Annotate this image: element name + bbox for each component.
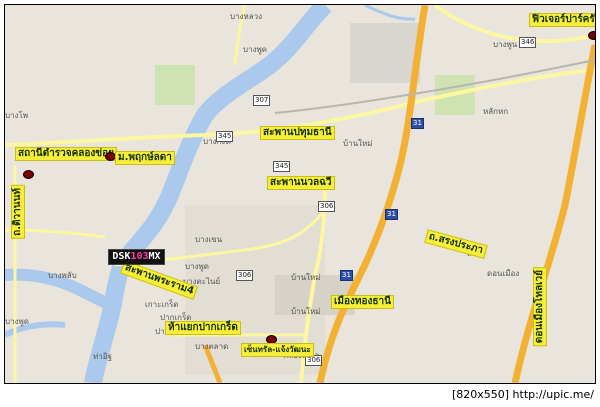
label-don-mueang: ดอนเมือง xyxy=(487,269,520,278)
route-shield-306b: 306 xyxy=(236,270,254,281)
tag-central[interactable]: เซ็นทรัล-แจ้งวัฒนะ xyxy=(241,343,314,357)
label-bang-pho: บางโพ xyxy=(5,111,29,120)
label-bang-luang: บางหลวง xyxy=(230,12,263,21)
route-shield-31: 31 xyxy=(411,118,424,129)
upic-watermark[interactable]: [820x550] http://upic.me/ xyxy=(452,388,594,401)
tag-don-mueang-tollway[interactable]: ดอนเมืองโทลเวย์ xyxy=(533,267,547,347)
label-bang-phut-top: บางพูด xyxy=(243,45,267,54)
label-ko-kret: เกาะเกร็ด xyxy=(145,300,179,309)
marker-tiwanon[interactable] xyxy=(23,170,34,179)
label-ban-mai: บ้านใหม่ xyxy=(343,139,373,148)
label-bang-phun: บางพูน xyxy=(493,40,518,49)
dsk-103mx-logo: DSK103MX xyxy=(108,249,165,265)
tag-mueang-thong[interactable]: เมืองทองธานี xyxy=(331,295,394,309)
route-shield-346: 346 xyxy=(519,37,537,48)
label-bang-phlap: บางพลับ xyxy=(48,271,77,280)
tag-sapan-nuan[interactable]: สะพานนวลฉวี xyxy=(267,176,335,190)
route-shield-307: 307 xyxy=(253,95,271,106)
route-shield-31b: 31 xyxy=(385,209,398,220)
tag-police-station[interactable]: สถานีตำรวจคลองข่อย xyxy=(15,147,117,161)
tag-mo-phruksa[interactable]: ม.พฤกษ์ลดา xyxy=(115,151,175,165)
map-canvas[interactable]: บางหลวง บางพูด บางกะดี บ้านใหม่ บางตลาด … xyxy=(4,4,596,384)
tag-future-park[interactable]: ฟิวเจอร์ปาร์ครังสิต xyxy=(529,13,595,27)
label-bang-phut: บางพูด xyxy=(185,262,209,271)
label-ban-mai-2: บ้านใหม่ xyxy=(291,307,321,316)
label-lak-hok: หลักหก xyxy=(483,107,509,116)
tag-sapan-pathum[interactable]: สะพานปทุมธานี xyxy=(260,126,335,140)
label-bang-phut-2: บางพูด xyxy=(5,317,29,326)
tag-yaek-pak[interactable]: ห้าแยกปากเกร็ด xyxy=(165,321,241,335)
tag-tiwanon[interactable]: ถ.ติวานนท์ xyxy=(11,185,25,239)
map-base xyxy=(5,5,595,383)
route-shield-31c: 31 xyxy=(340,270,353,281)
route-shield-345b: 345 xyxy=(273,161,291,172)
footer-bar: [820x550] http://upic.me/ xyxy=(0,384,600,407)
route-shield-345: 345 xyxy=(216,131,234,142)
urban-area xyxy=(350,23,420,83)
map-image: บางหลวง บางพูด บางกะดี บ้านใหม่ บางตลาด … xyxy=(0,0,600,407)
label-bang-khen: บางเขน xyxy=(195,235,223,244)
label-bang-talat: บางตลาด xyxy=(195,342,229,351)
label-ban-mai-3: บ้านใหม่ xyxy=(291,273,321,282)
route-shield-306: 306 xyxy=(318,201,336,212)
marker-future-park[interactable] xyxy=(588,31,595,40)
label-tha-it: ท่าอิฐ xyxy=(93,352,112,361)
park-area xyxy=(155,65,195,105)
